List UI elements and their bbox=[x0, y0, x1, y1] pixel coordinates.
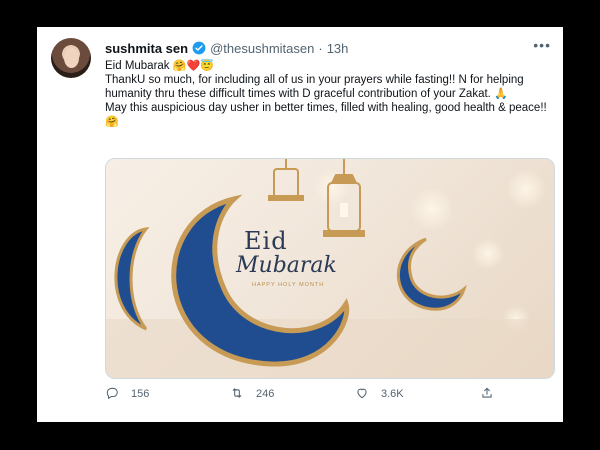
retweet-icon bbox=[230, 386, 244, 403]
timestamp[interactable]: 13h bbox=[327, 41, 349, 56]
mubarak-title: Mubarak bbox=[236, 253, 337, 278]
share-icon bbox=[480, 386, 494, 403]
like-icon bbox=[355, 386, 369, 403]
tweet-actions: 156 246 3.6K bbox=[105, 384, 553, 404]
tweet-image[interactable]: Eid Mubarak HAPPY HOLY MONTH bbox=[105, 158, 555, 379]
tweet-line-text: Eid Mubarak bbox=[105, 60, 170, 72]
handle[interactable]: @thesushmitasen bbox=[210, 41, 314, 56]
emoji-group: 🙏 bbox=[494, 88, 508, 100]
holy-month-tagline: HAPPY HOLY MONTH bbox=[252, 282, 325, 288]
tweet-card[interactable]: sushmita sen @thesushmitasen · 13h ••• E… bbox=[37, 27, 563, 422]
like-count: 3.6K bbox=[381, 388, 404, 400]
tweet-line-2: ThankU so much, for including all of us … bbox=[105, 73, 553, 101]
emoji-group: 🤗❤️😇 bbox=[172, 60, 214, 72]
share-button[interactable] bbox=[480, 386, 494, 403]
tweet-line-1: Eid Mubarak 🤗❤️😇 bbox=[105, 59, 553, 73]
separator: · bbox=[318, 40, 323, 56]
crescent-right-icon bbox=[397, 237, 467, 311]
verified-badge-icon bbox=[192, 41, 206, 55]
like-button[interactable]: 3.6K bbox=[355, 386, 480, 403]
reply-button[interactable]: 156 bbox=[105, 386, 230, 403]
emoji-group: 🤗 bbox=[105, 116, 119, 128]
tweet-text: Eid Mubarak 🤗❤️😇 ThankU so much, for inc… bbox=[105, 59, 553, 129]
tweet-line-text: May this auspicious day usher in better … bbox=[105, 102, 547, 114]
eid-title: Eid bbox=[244, 227, 288, 255]
tweet-header: sushmita sen @thesushmitasen · 13h bbox=[105, 39, 545, 57]
reply-count: 156 bbox=[131, 388, 150, 400]
display-name[interactable]: sushmita sen bbox=[105, 41, 188, 56]
retweet-button[interactable]: 246 bbox=[230, 386, 355, 403]
crescent-left-icon bbox=[114, 226, 150, 331]
more-options-icon[interactable]: ••• bbox=[533, 37, 551, 53]
retweet-count: 246 bbox=[256, 388, 275, 400]
tweet-line-text: ThankU so much, for including all of us … bbox=[105, 74, 524, 100]
avatar[interactable] bbox=[51, 38, 91, 78]
reply-icon bbox=[105, 386, 119, 403]
lantern-left-icon bbox=[268, 159, 304, 201]
tweet-line-3: May this auspicious day usher in better … bbox=[105, 101, 553, 129]
